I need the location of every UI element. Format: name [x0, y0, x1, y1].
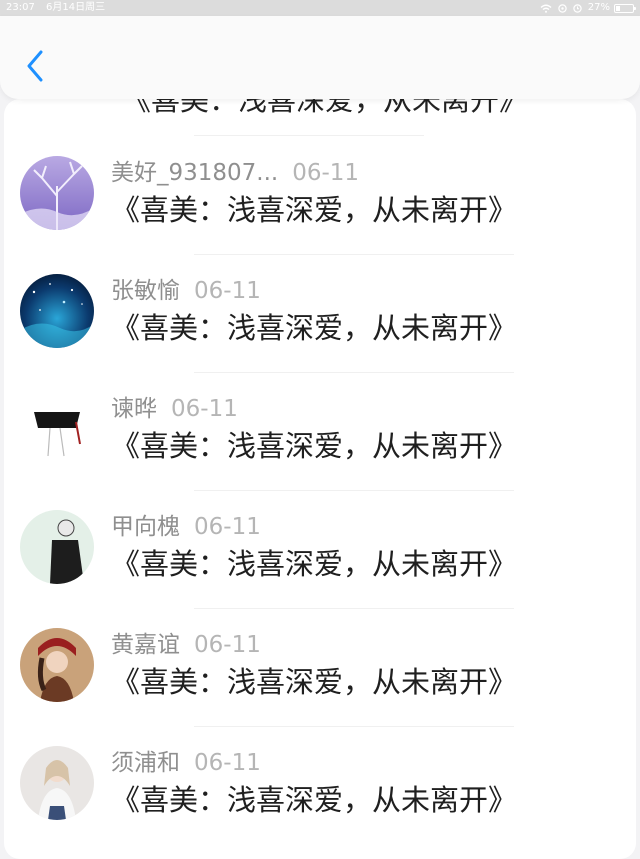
location-icon [558, 3, 567, 13]
comment-date: 06-11 [194, 514, 261, 540]
battery-level [616, 5, 621, 11]
avatar[interactable] [20, 628, 94, 702]
username[interactable]: 美好_931807... [111, 160, 278, 186]
avatar[interactable] [20, 510, 94, 584]
chevron-left-icon [27, 50, 43, 82]
battery-icon [614, 3, 636, 13]
list-item[interactable]: 美好_931807... 06-11 《喜美：浅喜深爱，从未离开》 [4, 137, 636, 255]
username[interactable]: 须浦和 [111, 750, 180, 776]
avatar[interactable] [20, 156, 94, 230]
list-item[interactable]: 须浦和 06-11 《喜美：浅喜深爱，从未离开》 [4, 727, 636, 845]
comment-text: 《喜美：浅喜深爱，从未离开》 [111, 193, 518, 227]
comment-text: 《喜美：浅喜深爱，从未离开》 [111, 547, 518, 581]
status-right: 27% [534, 0, 636, 16]
status-left: 23:07 6月14日周三 [6, 0, 113, 16]
header-bar [0, 16, 640, 99]
list-item[interactable]: 甲向槐 06-11 《喜美：浅喜深爱，从未离开》 [4, 491, 636, 609]
avatar[interactable] [20, 392, 94, 466]
username[interactable]: 谏晔 [111, 396, 157, 422]
comment-list[interactable]: 《喜美：浅喜深爱，从未离开》 美好_931807... 06-11 《喜美：浅喜深… [4, 99, 636, 859]
avatar[interactable] [20, 746, 94, 820]
comment-meta: 黄嘉谊 06-11 [111, 631, 261, 659]
username[interactable]: 张敏愉 [111, 278, 180, 304]
comment-date: 06-11 [194, 278, 261, 304]
comment-meta: 甲向槐 06-11 [111, 513, 261, 541]
list-item[interactable]: 谏晔 06-11 《喜美：浅喜深爱，从未离开》 [4, 373, 636, 491]
status-time: 23:07 [6, 2, 35, 13]
list-item[interactable]: 张敏愉 06-11 《喜美：浅喜深爱，从未离开》 [4, 255, 636, 373]
back-button[interactable] [20, 48, 50, 84]
comment-date: 06-11 [292, 160, 360, 186]
comment-text: 《喜美：浅喜深爱，从未离开》 [111, 429, 518, 463]
comment-meta: 美好_931807... 06-11 [111, 159, 359, 187]
comment-meta: 须浦和 06-11 [111, 749, 261, 777]
username[interactable]: 甲向槐 [111, 514, 180, 540]
comment-text: 《喜美：浅喜深爱，从未离开》 [111, 311, 518, 345]
status-bar: 23:07 6月14日周三 27% [0, 0, 640, 16]
status-date: 6月14日周三 [46, 2, 106, 13]
battery-percent: 27% [587, 2, 610, 13]
comment-meta: 张敏愉 06-11 [111, 277, 261, 305]
wifi-icon [540, 4, 552, 13]
avatar[interactable] [20, 274, 94, 348]
partial-comment-text: 《喜美：浅喜深爱，从未离开》 [122, 99, 529, 117]
comment-date: 06-11 [194, 632, 261, 658]
alarm-icon [573, 3, 582, 13]
comment-text: 《喜美：浅喜深爱，从未离开》 [111, 783, 518, 817]
comment-date: 06-11 [171, 396, 238, 422]
list-item[interactable]: 黄嘉谊 06-11 《喜美：浅喜深爱，从未离开》 [4, 609, 636, 727]
comment-date: 06-11 [194, 750, 261, 776]
divider [194, 135, 424, 136]
comment-text: 《喜美：浅喜深爱，从未离开》 [111, 665, 518, 699]
username[interactable]: 黄嘉谊 [111, 632, 180, 658]
comment-meta: 谏晔 06-11 [111, 395, 238, 423]
